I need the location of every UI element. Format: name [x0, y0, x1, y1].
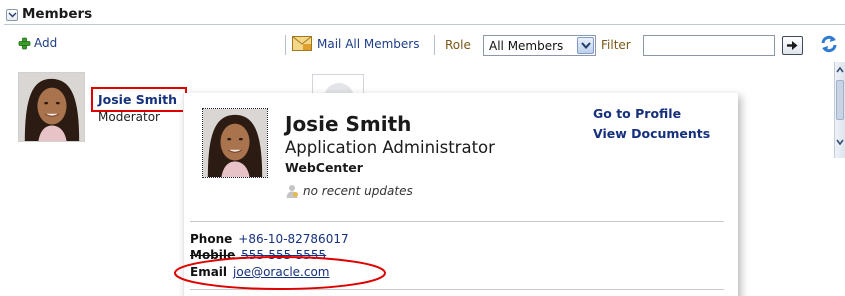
activity-icon	[286, 185, 298, 198]
scroll-thumb[interactable]	[836, 80, 844, 120]
card-organization: WebCenter	[285, 160, 363, 175]
collapse-icon[interactable]	[6, 9, 18, 21]
member-role: Moderator	[98, 110, 160, 124]
card-avatar	[202, 108, 268, 178]
add-button[interactable]: Add	[18, 36, 57, 50]
member-name-link[interactable]: Josie Smith	[98, 92, 177, 107]
card-divider	[190, 221, 724, 222]
vertical-scrollbar[interactable]	[834, 62, 845, 158]
filter-label: Filter	[601, 38, 631, 52]
add-label: Add	[34, 36, 58, 50]
role-selected-value: All Members	[489, 39, 564, 53]
member-avatar[interactable]	[18, 72, 85, 142]
section-title: Members	[22, 6, 93, 22]
go-arrow-icon	[787, 41, 798, 50]
mail-all-members-button[interactable]: Mail All Members	[292, 36, 420, 51]
scroll-up-icon[interactable]	[835, 64, 845, 76]
phone-value: +86-10-82786017	[238, 232, 349, 246]
activity-status: no recent updates	[285, 184, 413, 198]
filter-input[interactable]	[643, 35, 775, 56]
phone-label: Phone	[190, 232, 233, 246]
dropdown-icon[interactable]	[577, 37, 594, 54]
mail-icon	[292, 36, 312, 51]
email-highlight-ellipse	[174, 256, 386, 290]
go-to-profile-link[interactable]: Go to Profile	[593, 106, 681, 121]
members-section-header: Members	[0, 0, 845, 26]
scroll-down-icon[interactable]	[835, 136, 845, 148]
refresh-icon[interactable]	[820, 34, 838, 54]
toolbar-separator	[285, 35, 286, 55]
toolbar-separator	[434, 35, 435, 55]
filter-go-button[interactable]	[782, 36, 803, 55]
mail-all-label: Mail All Members	[317, 36, 420, 51]
role-label: Role	[445, 38, 471, 52]
card-name: Josie Smith	[285, 112, 412, 136]
role-select[interactable]: All Members	[483, 35, 596, 56]
header-divider	[4, 24, 845, 25]
members-toolbar: Add Mail All Members Role All Members Fi…	[0, 32, 845, 58]
contact-phone: Phone +86-10-82786017	[190, 232, 349, 246]
view-documents-link[interactable]: View Documents	[593, 126, 710, 141]
activity-text: no recent updates	[303, 184, 413, 198]
add-icon	[18, 37, 31, 49]
card-job-title: Application Administrator	[285, 138, 495, 157]
